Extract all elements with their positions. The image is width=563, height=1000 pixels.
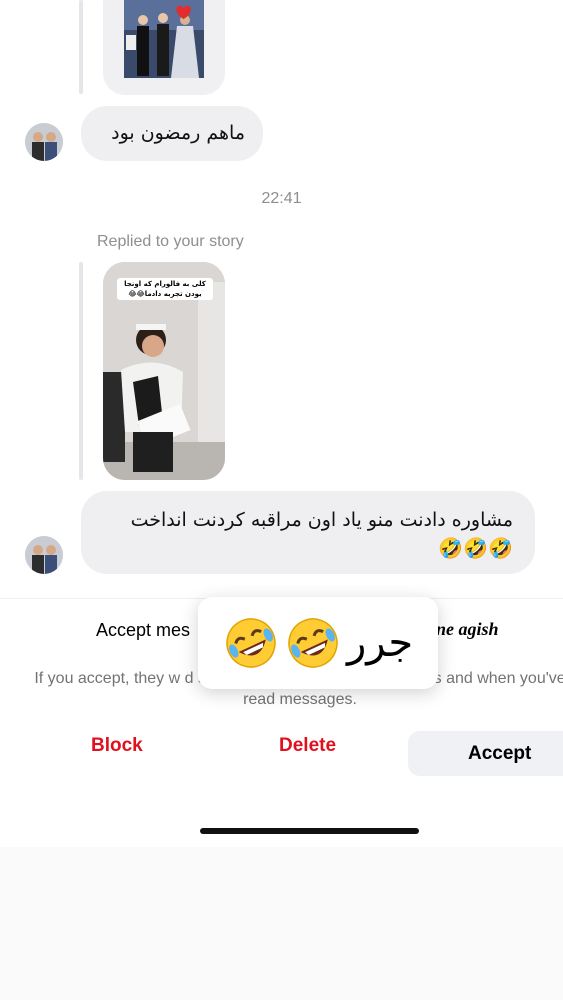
reply-bar xyxy=(79,262,83,480)
accept-button[interactable]: Accept xyxy=(408,731,563,776)
message-text: ماهم رمضون بود xyxy=(111,122,245,144)
home-indicator[interactable] xyxy=(200,828,419,834)
message-bubble[interactable]: مشاوره دادنت منو یاد اون مراقبه کردنت ان… xyxy=(81,491,535,574)
message-bubble[interactable]: ماهم رمضون بود xyxy=(81,106,263,161)
rofl-emoji-icon xyxy=(288,618,338,668)
accept-request-title: Accept mes xyxy=(96,620,191,640)
wedding-photo-image xyxy=(124,0,204,78)
story-thumbnail[interactable]: کلی به فالورام که اونجا بودن تجربه دادما… xyxy=(103,262,225,480)
message-emoji: 🤣🤣🤣 xyxy=(438,536,513,560)
block-button[interactable]: Block xyxy=(91,735,143,757)
message-text: مشاوره دادنت منو یاد اون مراقبه کردنت ان… xyxy=(130,509,513,531)
reaction-text: جرر xyxy=(346,620,414,666)
sender-name: ne agish xyxy=(436,619,499,639)
sender-avatar[interactable] xyxy=(25,123,63,161)
reply-bar xyxy=(79,0,83,94)
replied-to-story-label: Replied to your story xyxy=(97,233,244,250)
story-thumbnail-top[interactable] xyxy=(103,0,225,95)
rofl-emoji-icon xyxy=(226,618,276,668)
sender-avatar[interactable] xyxy=(25,536,63,574)
story-caption: کلی به فالورام که اونجا بودن تجربه دادما… xyxy=(117,278,213,300)
reaction-popup[interactable]: جرر xyxy=(198,597,438,689)
delete-button[interactable]: Delete xyxy=(279,735,336,757)
message-timestamp: 22:41 xyxy=(261,190,302,207)
